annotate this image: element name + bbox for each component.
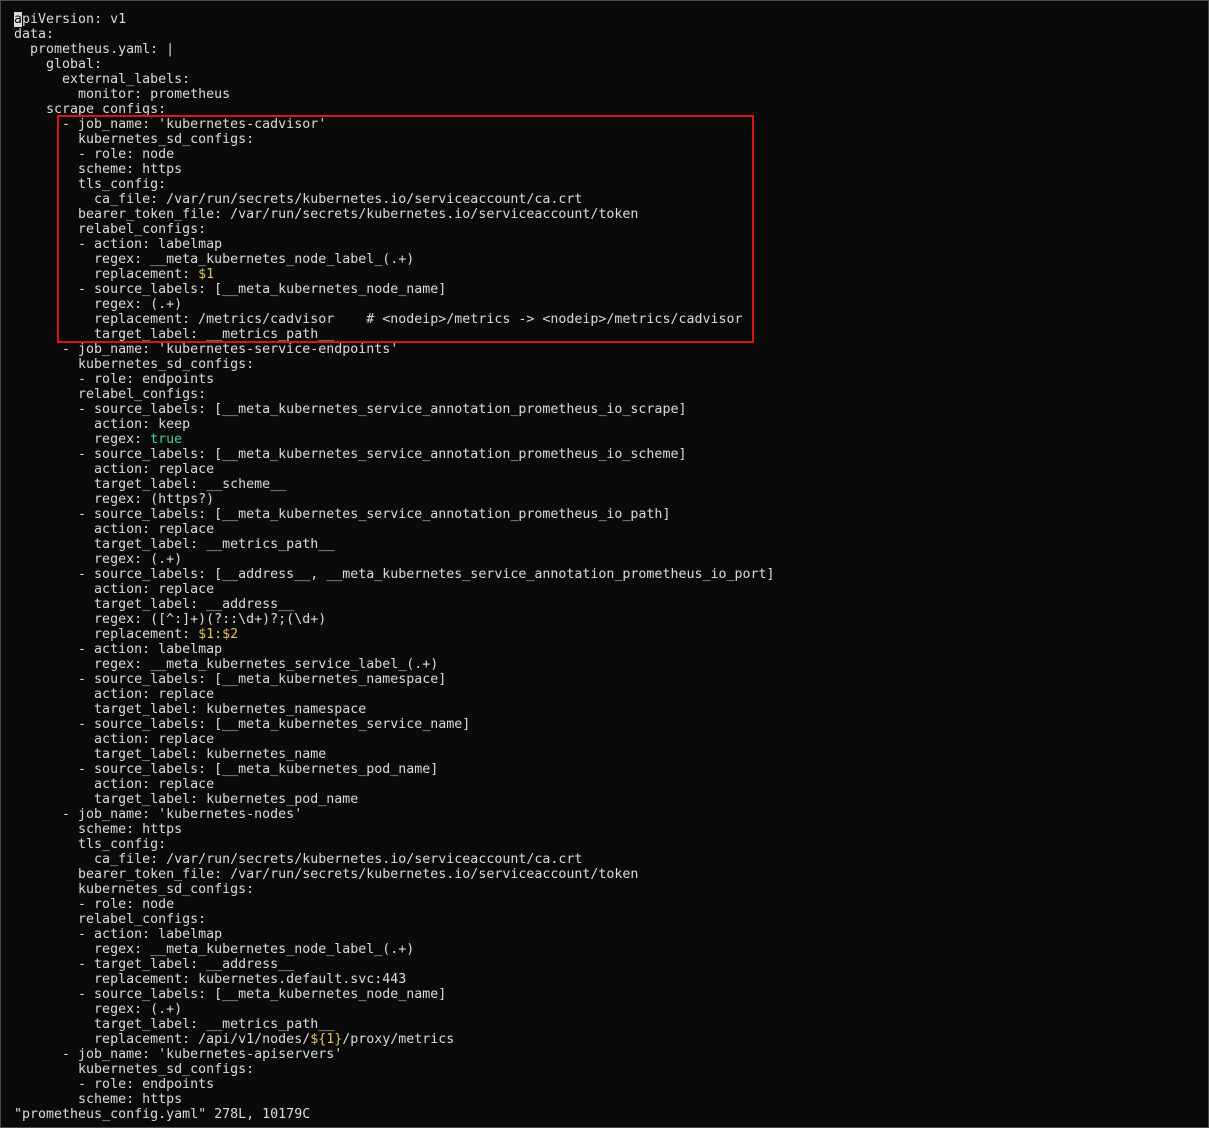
editor-line: apiVersion: v1 [14, 12, 127, 27]
editor-line: replacement: $1 [14, 267, 215, 282]
editor-line: - source_labels: [__meta_kubernetes_pod_… [14, 762, 439, 777]
editor-line: - source_labels: [__meta_kubernetes_serv… [14, 717, 471, 732]
editor-line: relabel_configs: [14, 387, 207, 402]
editor-line: replacement: /metrics/cadvisor # <nodeip… [14, 312, 743, 327]
editor-line: - source_labels: [__meta_kubernetes_name… [14, 672, 447, 687]
editor-line: scrape_configs: [14, 102, 167, 117]
editor-line: action: replace [14, 522, 215, 537]
editor-line: action: replace [14, 777, 215, 792]
editor-line: action: replace [14, 732, 215, 747]
editor-line: - source_labels: [__meta_kubernetes_serv… [14, 447, 687, 462]
editor-line: data: [14, 27, 55, 42]
editor-line: kubernetes_sd_configs: [14, 1062, 255, 1077]
editor-line: tls_config: [14, 177, 167, 192]
editor-line: relabel_configs: [14, 912, 207, 927]
editor-line: - role: endpoints [14, 372, 215, 387]
editor-line: target_label: __metrics_path__ [14, 1017, 335, 1032]
editor-line: kubernetes_sd_configs: [14, 132, 255, 147]
editor-line: target_label: kubernetes_pod_name [14, 792, 359, 807]
editor-line: regex: ([^:]+)(?::\d+)?;(\d+) [14, 612, 327, 627]
editor-line: scheme: https [14, 162, 183, 177]
editor-line: - job_name: 'kubernetes-nodes' [14, 807, 303, 822]
editor-line: - target_label: __address__ [14, 957, 295, 972]
editor-line: relabel_configs: [14, 222, 207, 237]
editor-line: action: replace [14, 582, 215, 597]
editor-line: target_label: __metrics_path__ [14, 537, 335, 552]
editor-line: target_label: __metrics_path__ [14, 327, 335, 342]
editor-line: prometheus.yaml: | [14, 42, 175, 57]
editor-line: kubernetes_sd_configs: [14, 882, 255, 897]
editor-line: action: replace [14, 687, 215, 702]
editor-line: regex: __meta_kubernetes_node_label_(.+) [14, 252, 415, 267]
editor-line: - source_labels: [__meta_kubernetes_node… [14, 282, 447, 297]
editor-line: regex: __meta_kubernetes_service_label_(… [14, 657, 439, 672]
editor-line: regex: (.+) [14, 552, 183, 567]
editor-line: - action: labelmap [14, 642, 223, 657]
variable-token: $1 [198, 267, 215, 282]
editor-line: - action: labelmap [14, 237, 223, 252]
variable-token: ${1} [310, 1032, 343, 1047]
text-cursor: a [14, 12, 23, 27]
editor-line: - job_name: 'kubernetes-apiservers' [14, 1047, 343, 1062]
editor-line: - source_labels: [__meta_kubernetes_node… [14, 987, 447, 1002]
editor-line: regex: __meta_kubernetes_node_label_(.+) [14, 942, 415, 957]
editor-line: regex: (https?) [14, 492, 215, 507]
editor-line: action: keep [14, 417, 191, 432]
editor-line: regex: (.+) [14, 297, 183, 312]
terminal-window[interactable]: apiVersion: v1 data: prometheus.yaml: | g… [0, 0, 1209, 1128]
boolean-token: true [150, 432, 183, 447]
status-line: "prometheus_config.yaml" 278L, 10179C [14, 1107, 311, 1122]
editor-line: - role: endpoints [14, 1077, 215, 1092]
editor-line: replacement: kubernetes.default.svc:443 [14, 972, 407, 987]
editor-line: bearer_token_file: /var/run/secrets/kube… [14, 207, 639, 222]
editor-line: action: replace [14, 462, 215, 477]
editor-line: target_label: __scheme__ [14, 477, 287, 492]
editor-line: bearer_token_file: /var/run/secrets/kube… [14, 867, 639, 882]
editor-line: regex: (.+) [14, 1002, 183, 1017]
editor-line: - action: labelmap [14, 927, 223, 942]
editor-line: target_label: kubernetes_name [14, 747, 327, 762]
editor-line: target_label: __address__ [14, 597, 295, 612]
editor-line: external_labels: [14, 72, 191, 87]
editor-line: kubernetes_sd_configs: [14, 357, 255, 372]
editor-line: tls_config: [14, 837, 167, 852]
editor-line: ca_file: /var/run/secrets/kubernetes.io/… [14, 852, 583, 867]
editor-line: monitor: prometheus [14, 87, 231, 102]
editor-line: target_label: kubernetes_namespace [14, 702, 367, 717]
editor-line: - role: node [14, 147, 175, 162]
editor-line: replacement: $1:$2 [14, 627, 239, 642]
editor-line: regex: true [14, 432, 183, 447]
editor-line: global: [14, 57, 103, 72]
editor-line: - source_labels: [__meta_kubernetes_serv… [14, 402, 687, 417]
editor-line: - role: node [14, 897, 175, 912]
editor-line: - source_labels: [__meta_kubernetes_serv… [14, 507, 671, 522]
editor-line: scheme: https [14, 1092, 183, 1107]
variable-token: $1:$2 [198, 627, 239, 642]
editor-line: - source_labels: [__address__, __meta_ku… [14, 567, 775, 582]
editor-buffer[interactable]: apiVersion: v1 data: prometheus.yaml: | g… [14, 12, 775, 1107]
editor-line: replacement: /api/v1/nodes/${1}/proxy/me… [14, 1032, 455, 1047]
editor-line: - job_name: 'kubernetes-cadvisor' [14, 117, 327, 132]
editor-line: ca_file: /var/run/secrets/kubernetes.io/… [14, 192, 583, 207]
editor-line: scheme: https [14, 822, 183, 837]
editor-line: - job_name: 'kubernetes-service-endpoint… [14, 342, 399, 357]
